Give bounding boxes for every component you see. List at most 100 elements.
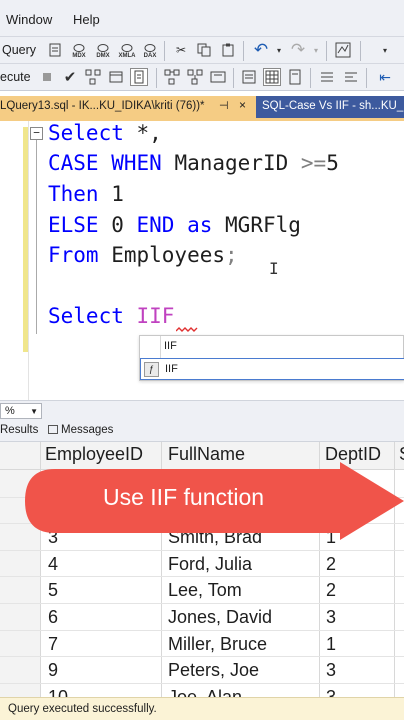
toolbar-separator [164, 41, 165, 61]
grid-row-divider [0, 656, 404, 658]
editor-zoom-bar: % ▼ [0, 400, 404, 420]
autocomplete-item[interactable]: IIF [140, 336, 404, 357]
tab-messages-label: Messages [61, 424, 114, 436]
query-options-icon[interactable] [107, 68, 125, 86]
decrease-indent-icon[interactable]: ⇤ [376, 68, 394, 86]
sql-editor-toolbar: ecute ✔ ⇤ [0, 63, 404, 91]
toolbar-separator [310, 68, 311, 88]
table-cell[interactable]: Joe, Alan [168, 687, 242, 697]
results-to-file-icon[interactable] [286, 68, 304, 86]
table-cell[interactable]: 4 [48, 554, 58, 575]
tab-sql-case-vs-iif[interactable]: SQL-Case Vs IIF - sh...KU_I [256, 96, 404, 118]
table-cell[interactable]: 3 [326, 687, 336, 697]
keyword-end: END [136, 213, 175, 237]
database-query-icon[interactable] [46, 41, 64, 59]
execute-button-label[interactable]: ecute [0, 70, 31, 84]
keyword-then: Then [48, 182, 99, 206]
zoom-dropdown[interactable]: % ▼ [0, 403, 42, 419]
menu-help[interactable]: Help [73, 12, 100, 27]
mdx-query-icon[interactable]: MDX [70, 39, 88, 63]
activity-monitor-icon[interactable] [334, 41, 352, 59]
parse-checkmark-icon[interactable]: ✔ [61, 68, 79, 86]
comment-out-icon[interactable] [318, 68, 336, 86]
code-line-1: Select *, [48, 121, 162, 145]
code-number: 0 [98, 213, 137, 237]
results-to-grid-icon[interactable] [263, 68, 281, 86]
close-icon[interactable]: × [239, 98, 246, 112]
tab-query13-label: LQuery13.sql - IK...KU_IDIKA\kriti (76))… [0, 100, 205, 112]
tab-messages[interactable]: Messages [48, 424, 113, 436]
keyword-select: Select [48, 304, 124, 328]
toolbar-separator [156, 68, 157, 88]
estimated-plan-icon[interactable] [163, 68, 181, 86]
table-cell[interactable]: Lee, Tom [168, 580, 242, 601]
code-text: *, [123, 121, 162, 145]
tab-query13[interactable]: LQuery13.sql - IK...KU_IDIKA\kriti (76))… [0, 96, 256, 118]
intellisense-toggle-icon[interactable] [130, 68, 148, 86]
grid-row-divider [0, 682, 404, 684]
grid-row-divider [0, 603, 404, 604]
table-cell[interactable]: 3 [326, 607, 336, 628]
copy-icon[interactable] [195, 41, 213, 59]
keyword-from: From [48, 243, 99, 267]
callout-text: Use IIF function [103, 484, 265, 510]
code-line-2: CASE WHEN ManagerID >=5 [48, 151, 339, 175]
table-cell[interactable]: 1 [326, 634, 336, 655]
code-line-3: Then 1 [48, 182, 124, 206]
results-to-text-icon[interactable] [240, 68, 258, 86]
function-icon: ƒ [144, 362, 159, 377]
menu-window[interactable]: Window [6, 12, 52, 27]
toolbar-dropdown-icon[interactable]: ▾ [376, 41, 394, 59]
xmla-label: XMLA [118, 53, 136, 59]
table-cell[interactable]: 5 [48, 580, 58, 601]
menu-bar: Window Help [0, 0, 404, 40]
paste-icon[interactable] [219, 41, 237, 59]
new-query-button-label[interactable]: Query [2, 43, 36, 57]
toolbar-separator [326, 41, 327, 61]
xmla-query-icon[interactable]: XMLA [118, 39, 136, 63]
toolbar-separator [360, 41, 361, 61]
status-bar: Query executed successfully. [0, 697, 404, 720]
code-number: 1 [98, 182, 124, 206]
cut-icon[interactable]: ✂ [172, 41, 190, 59]
table-cell[interactable]: 6 [48, 607, 58, 628]
table-cell[interactable]: 2 [326, 580, 336, 601]
table-cell[interactable]: Miller, Bruce [168, 634, 267, 655]
undo-icon[interactable]: ↶ [252, 40, 270, 59]
redo-dropdown-icon[interactable]: ▾ [307, 41, 325, 59]
code-line-7: Select IIF [48, 304, 174, 328]
outline-line [36, 140, 37, 334]
code-number: 5 [326, 151, 339, 175]
operator: >= [300, 151, 327, 175]
table-cell[interactable]: 3 [326, 660, 336, 681]
dax-query-icon[interactable]: DAX [141, 39, 159, 63]
error-squiggle [176, 327, 198, 332]
intellisense-dropdown: IIF ƒ IIF [139, 335, 404, 381]
redo-icon[interactable]: ↷ [289, 40, 307, 59]
dmx-query-icon[interactable]: DMX [94, 39, 112, 63]
standard-toolbar: Query MDX DMX XMLA DAX ✂ ↶ ▾ ↷ ▾ ▾ [0, 36, 404, 64]
undo-dropdown-icon[interactable]: ▾ [270, 41, 288, 59]
pin-icon[interactable]: ⊣ [219, 99, 229, 112]
table-cell[interactable]: 10 [48, 687, 68, 697]
zoom-value: % [5, 405, 15, 417]
table-cell[interactable]: 9 [48, 660, 58, 681]
table-cell[interactable]: 7 [48, 634, 58, 655]
keyword-select: Select [48, 121, 124, 145]
table-cell[interactable]: 2 [326, 554, 336, 575]
toolbar-separator [243, 41, 244, 61]
stop-icon[interactable] [38, 68, 56, 86]
table-cell[interactable]: Peters, Joe [168, 660, 259, 681]
keyword-case: CASE [48, 151, 99, 175]
actual-plan-icon[interactable] [186, 68, 204, 86]
table-cell[interactable]: Ford, Julia [168, 554, 252, 575]
uncomment-icon[interactable] [342, 68, 360, 86]
table-cell[interactable]: Jones, David [168, 607, 272, 628]
tab-results[interactable]: Results [0, 424, 38, 436]
code-line-4: ELSE 0 END as MGRFlg [48, 213, 301, 237]
dax-label: DAX [143, 53, 157, 59]
autocomplete-item-selected[interactable]: ƒ IIF [140, 358, 404, 380]
live-statistics-icon[interactable] [209, 68, 227, 86]
display-plan-icon[interactable] [84, 68, 102, 86]
collapse-region-icon[interactable]: − [30, 127, 43, 140]
